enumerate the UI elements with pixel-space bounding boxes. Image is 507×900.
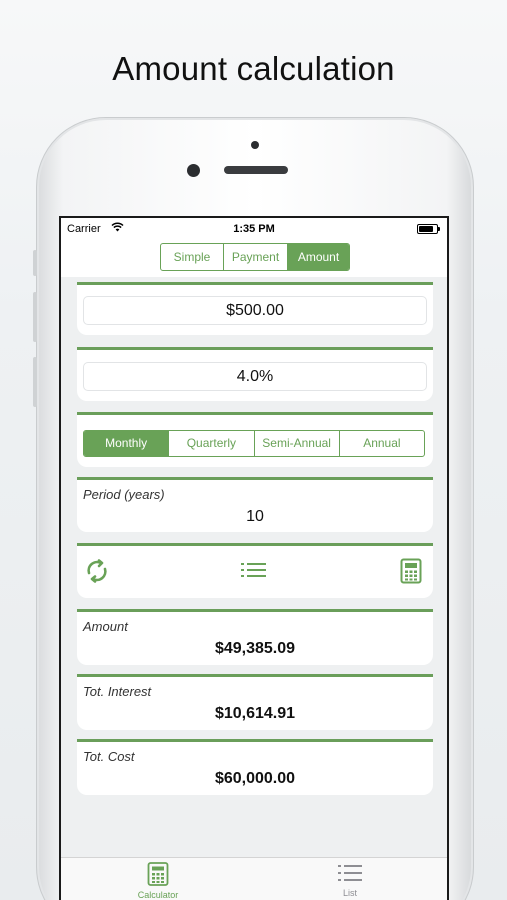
interest-value: $10,614.91 (214, 705, 296, 722)
tab-bar: Calculator List (61, 857, 447, 900)
tab-list[interactable]: List (320, 862, 380, 898)
battery-icon (417, 224, 440, 234)
phone-screen: Carrier 1:35 PM Simple Payment Amount $5… (59, 216, 449, 900)
list-icon (338, 865, 362, 881)
content-area: $500.00 4.0% Monthly Quarterly Semi-Annu… (61, 277, 447, 857)
amount-value: $49,385.09 (214, 640, 296, 657)
frequency-quarterly[interactable]: Quarterly (168, 431, 253, 456)
deposit-input[interactable]: $500.00 (83, 296, 427, 325)
headline: Amount calculation (112, 50, 395, 87)
tab-list-label: List (342, 888, 357, 898)
frequency-segmented-control: Monthly Quarterly Semi-Annual Annual (83, 430, 425, 457)
interest-result-card: Tot. Interest $10,614.91 (77, 674, 433, 730)
rate-input[interactable]: 4.0% (83, 362, 427, 391)
mode-payment[interactable]: Payment (223, 244, 287, 270)
front-camera (187, 164, 200, 177)
amount-label: Amount (83, 619, 128, 634)
interest-label: Tot. Interest (83, 684, 152, 699)
refresh-icon[interactable] (84, 558, 110, 584)
period-input[interactable]: 10 (77, 508, 433, 526)
mode-amount[interactable]: Amount (287, 244, 349, 270)
period-card: Period (years) 10 (77, 477, 433, 532)
actions-card (77, 543, 433, 598)
calculator-icon[interactable] (400, 558, 422, 584)
frequency-monthly[interactable]: Monthly (84, 431, 169, 456)
frequency-semi-annual[interactable]: Semi-Annual (253, 431, 339, 456)
status-bar: Carrier 1:35 PM (61, 218, 447, 238)
frequency-card: Monthly Quarterly Semi-Annual Annual (77, 412, 433, 467)
rate-card: 4.0% (77, 347, 433, 401)
frequency-annual[interactable]: Annual (338, 431, 424, 456)
mode-segmented-control: Simple Payment Amount (160, 243, 350, 271)
proximity-sensor (251, 141, 259, 149)
cost-result-card: Tot. Cost $60,000.00 (77, 739, 433, 795)
amount-result-card: Amount $49,385.09 (77, 609, 433, 665)
mode-simple[interactable]: Simple (161, 244, 223, 270)
period-label: Period (years) (83, 487, 165, 502)
side-button-volume-down (33, 357, 37, 407)
side-button-volume-up (33, 292, 37, 342)
earpiece-speaker (224, 166, 288, 174)
calculator-icon (147, 862, 169, 886)
deposit-card: $500.00 (77, 282, 433, 335)
tab-calculator-label: Calculator (137, 890, 179, 900)
side-button-silent (33, 250, 37, 276)
tab-calculator[interactable]: Calculator (128, 862, 188, 900)
cost-label: Tot. Cost (83, 749, 135, 764)
status-time: 1:35 PM (233, 223, 275, 235)
cost-value: $60,000.00 (214, 770, 296, 787)
list-icon[interactable] (240, 561, 268, 587)
